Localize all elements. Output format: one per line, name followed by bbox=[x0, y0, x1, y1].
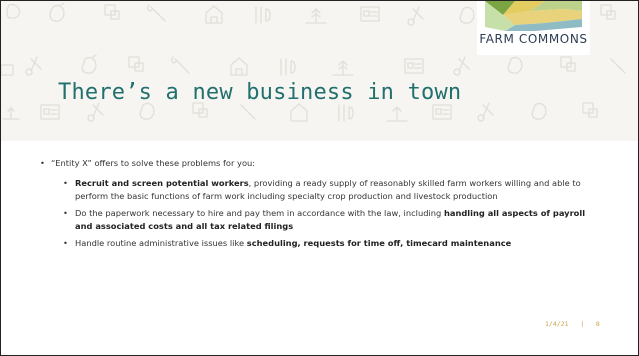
farm-commons-logo: FARM COMMONS bbox=[477, 1, 590, 55]
tractor-icon bbox=[477, 102, 494, 122]
pig-icon bbox=[104, 4, 120, 20]
grain-icon bbox=[332, 60, 354, 76]
wrench-icon bbox=[147, 4, 166, 22]
footer-separator: | bbox=[580, 320, 585, 328]
chick-icon bbox=[6, 3, 21, 19]
bullet-text: Do the paperwork necessary to hire and p… bbox=[75, 207, 444, 218]
chick-icon bbox=[459, 6, 475, 24]
page-number: 8 bbox=[595, 320, 600, 328]
chick-icon bbox=[81, 54, 97, 74]
barn-icon bbox=[205, 5, 223, 24]
wrench-icon bbox=[240, 104, 256, 120]
barn-icon bbox=[290, 103, 308, 122]
chick-icon bbox=[139, 102, 155, 120]
logo-landscape-graphic bbox=[485, 1, 582, 31]
wrench-icon bbox=[171, 56, 190, 74]
wrench-icon bbox=[610, 58, 626, 74]
fork-knife-icon bbox=[280, 58, 296, 76]
pig-icon bbox=[600, 4, 616, 20]
slide-footer: 1/4/21 | 8 bbox=[545, 320, 600, 328]
fork-knife-icon bbox=[338, 104, 354, 122]
pig-icon bbox=[192, 102, 208, 118]
id-card-icon bbox=[40, 104, 60, 120]
sub-bullet-list: Recruit and screen potential workers, pr… bbox=[51, 177, 600, 251]
footer-date: 1/4/21 bbox=[545, 320, 569, 328]
tractor-icon bbox=[25, 56, 42, 76]
chick-icon bbox=[49, 2, 65, 22]
tractor-icon bbox=[87, 102, 104, 122]
slide-body: “Entity X” offers to solve these problem… bbox=[40, 157, 600, 253]
pig-icon bbox=[128, 56, 144, 72]
slide-title: There’s a new business in town bbox=[58, 80, 462, 105]
bold-text: Recruit and screen potential workers bbox=[75, 177, 249, 188]
id-card-icon bbox=[404, 58, 424, 74]
chick-icon bbox=[531, 102, 547, 120]
grain-icon bbox=[305, 8, 327, 24]
sub-bullet-item: Handle routine administrative issues lik… bbox=[63, 237, 600, 251]
pig-icon bbox=[560, 56, 576, 72]
bullet-text: Handle routine administrative issues lik… bbox=[75, 237, 247, 248]
grain-icon bbox=[386, 106, 408, 122]
barn-icon bbox=[1, 64, 14, 76]
bullet-list: “Entity X” offers to solve these problem… bbox=[40, 157, 600, 250]
bullet-item-intro: “Entity X” offers to solve these problem… bbox=[40, 157, 600, 250]
intro-text: “Entity X” offers to solve these problem… bbox=[51, 158, 256, 168]
pig-icon bbox=[582, 102, 598, 118]
logo-text: FARM COMMONS bbox=[479, 32, 588, 46]
barn-icon bbox=[230, 57, 248, 76]
id-card-icon bbox=[360, 6, 380, 22]
id-card-icon bbox=[432, 104, 452, 120]
sub-bullet-item: Do the paperwork necessary to hire and p… bbox=[63, 207, 600, 234]
chick-icon bbox=[507, 56, 523, 74]
sub-bullet-item: Recruit and screen potential workers, pr… bbox=[63, 177, 600, 204]
slide: FARM COMMONS There’s a new business in t… bbox=[0, 0, 639, 356]
tractor-icon bbox=[407, 6, 424, 26]
grain-icon bbox=[2, 106, 20, 120]
slide-header: FARM COMMONS There’s a new business in t… bbox=[1, 1, 638, 141]
fork-knife-icon bbox=[255, 6, 271, 24]
tractor-icon bbox=[453, 56, 470, 76]
bold-text: scheduling, requests for time off, timec… bbox=[246, 237, 512, 248]
